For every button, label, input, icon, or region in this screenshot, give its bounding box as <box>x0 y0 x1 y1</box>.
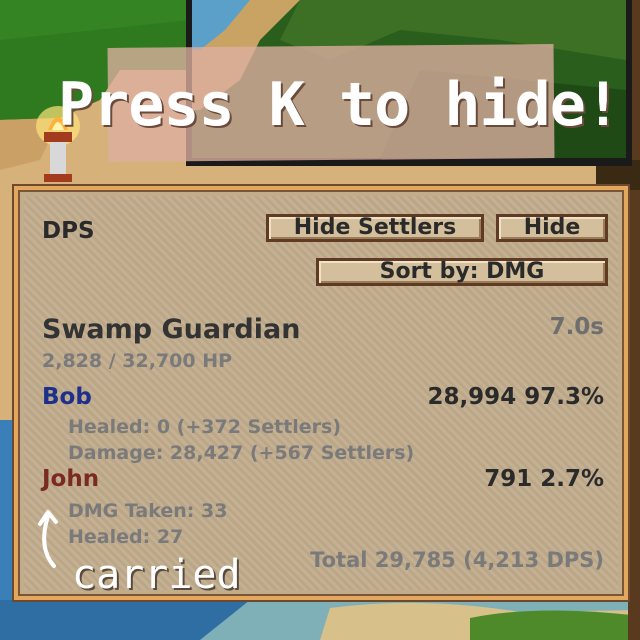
fight-timer: 7.0s <box>549 314 604 340</box>
player-detail-damage-bob: Damage: 28,427 (+567 Settlers) <box>68 442 415 464</box>
player-name-john: John <box>42 466 100 492</box>
sort-by-button[interactable]: Sort by: DMG <box>316 258 608 286</box>
boss-hp: 2,828 / 32,700 HP <box>42 350 233 372</box>
panel-title: DPS <box>42 218 95 244</box>
player-detail-taken-john: DMG Taken: 33 <box>68 500 228 522</box>
press-k-hint: Press K to hide! <box>58 70 621 140</box>
dps-panel: DPS Hide Settlers Hide Sort by: DMG Swam… <box>14 186 628 600</box>
player-damage-bob: 28,994 97.3% <box>427 384 604 410</box>
hide-button[interactable]: Hide <box>496 214 608 242</box>
player-detail-healed-john: Healed: 27 <box>68 526 184 548</box>
curved-arrow-icon <box>38 510 58 568</box>
carried-caption: carried <box>72 552 241 598</box>
hide-settlers-button[interactable]: Hide Settlers <box>266 214 484 242</box>
player-detail-healed-bob: Healed: 0 (+372 Settlers) <box>68 416 342 438</box>
player-name-bob: Bob <box>42 384 92 410</box>
boss-name: Swamp Guardian <box>42 314 301 345</box>
total-damage: Total 29,785 (4,213 DPS) <box>310 548 604 572</box>
player-damage-john: 791 2.7% <box>484 466 604 492</box>
